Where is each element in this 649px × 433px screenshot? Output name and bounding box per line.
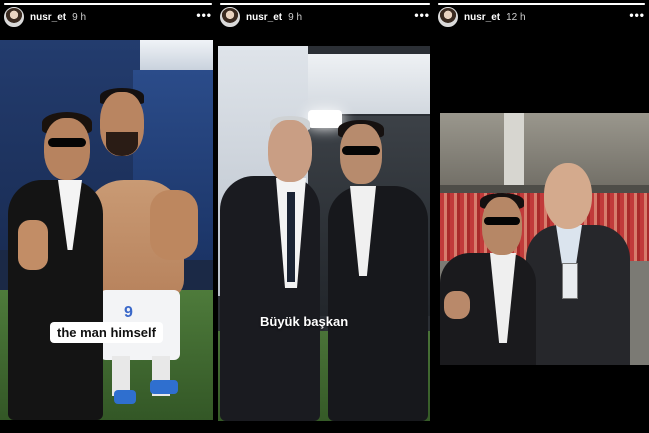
story-header: nusr_et 12 h ••• [438,6,645,28]
story-photo[interactable]: Büyük başkan [218,46,430,421]
person-body [8,180,103,420]
person-body [220,176,320,421]
avatar[interactable] [438,7,458,27]
username[interactable]: nusr_et [30,12,66,23]
story-progress-fill [4,3,212,5]
story-caption: Büyük başkan [260,314,349,329]
story-panel-2[interactable]: nusr_et 9 h ••• Büyük başkan [216,0,434,433]
credential-badge [562,263,578,299]
story-panel-3[interactable]: nusr_et 12 h ••• [434,0,649,433]
ceiling-light [308,110,342,128]
person-beard [106,132,138,156]
person-shoe [114,390,136,404]
person-head [482,197,522,255]
story-photo[interactable]: 9 [0,40,213,420]
story-progress-fill [438,3,645,5]
person-tie [287,192,295,282]
story-panel-1[interactable]: nusr_et 9 h ••• 9 the man himself [0,0,216,433]
jersey-number: 9 [124,304,133,321]
person-body [328,186,428,421]
story-progress-bar [220,3,430,5]
more-options-icon[interactable]: ••• [196,9,212,24]
more-options-icon[interactable]: ••• [414,9,430,24]
post-time: 9 h [288,11,303,23]
more-options-icon[interactable]: ••• [629,9,645,24]
username[interactable]: nusr_et [246,12,282,23]
post-time: 12 h [506,11,526,23]
sunglasses [484,217,520,225]
post-time: 9 h [72,11,87,23]
username[interactable]: nusr_et [464,12,500,23]
avatar[interactable] [220,7,240,27]
story-progress-bar [4,3,212,5]
person-head [268,120,312,182]
story-photo[interactable] [440,113,649,365]
story-header: nusr_et 9 h ••• [4,6,212,28]
story-header: nusr_et 9 h ••• [220,6,430,28]
person-arm [18,220,48,270]
sunglasses [48,138,86,147]
story-progress-bar [438,3,645,5]
avatar[interactable] [4,7,24,27]
person-arm [150,190,198,260]
person-head [544,163,592,229]
story-caption: the man himself [50,322,163,343]
stadium-roof [440,113,649,193]
person-shoe [150,380,178,394]
pointing-hand [444,291,470,319]
doorway [292,54,430,114]
story-progress-fill [220,3,430,5]
person-head [44,118,90,180]
sunglasses [342,146,380,155]
